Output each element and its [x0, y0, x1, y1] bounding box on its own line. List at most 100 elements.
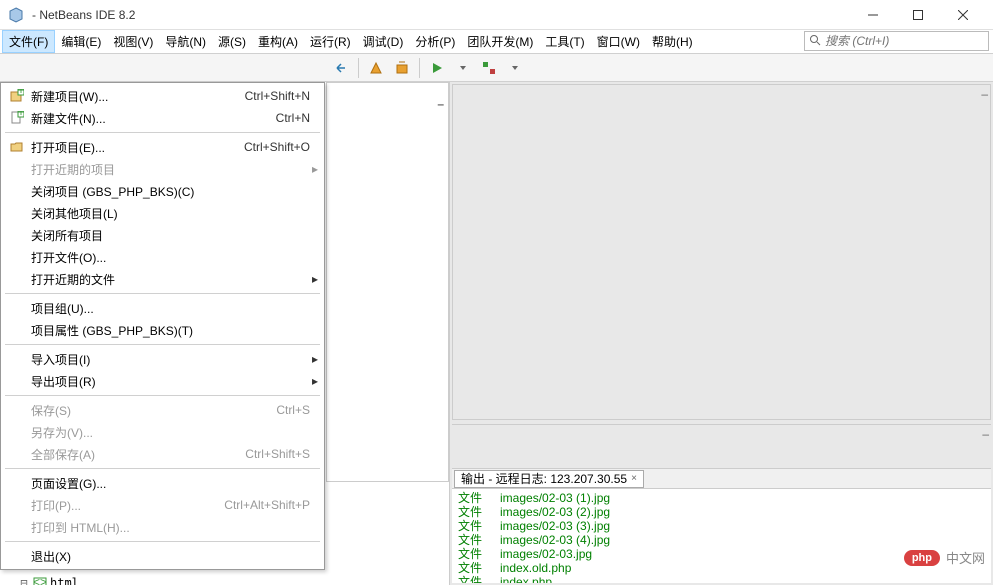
new-project-icon: +: [7, 89, 27, 103]
menu-profile[interactable]: 分析(P): [409, 30, 461, 53]
watermark-text: 中文网: [946, 548, 985, 567]
file-menu-dropdown: +新建项目(W)...Ctrl+Shift+N+新建文件(N)...Ctrl+N…: [0, 82, 325, 570]
search-icon: [809, 34, 821, 49]
output-line: 文件index.php: [458, 575, 985, 583]
submenu-arrow-icon: ▸: [312, 162, 318, 176]
file-menu-item[interactable]: 打印(P)...Ctrl+Alt+Shift+P: [3, 494, 322, 516]
minimize-button[interactable]: [850, 1, 895, 29]
svg-text:+: +: [17, 111, 24, 119]
toolbar: [0, 54, 993, 82]
menu-source[interactable]: 源(S): [212, 30, 252, 53]
build-button[interactable]: [365, 57, 387, 79]
file-menu-item[interactable]: 页面设置(G)...: [3, 472, 322, 494]
file-menu-item[interactable]: 关闭项目 (GBS_PHP_BKS)(C): [3, 180, 322, 202]
menu-item-label: 导入项目(I): [27, 351, 312, 368]
left-panel: +新建项目(W)...Ctrl+Shift+N+新建文件(N)...Ctrl+N…: [0, 82, 450, 585]
close-icon[interactable]: ×: [631, 473, 637, 484]
search-box[interactable]: [804, 31, 989, 51]
file-menu-item[interactable]: 项目属性 (GBS_PHP_BKS)(T): [3, 319, 322, 341]
menu-item-label: 关闭项目 (GBS_PHP_BKS)(C): [27, 183, 318, 200]
watermark: php 中文网: [904, 548, 985, 567]
file-menu-item[interactable]: 打开近期的文件▸: [3, 268, 322, 290]
menu-separator: [5, 132, 320, 133]
menu-tools[interactable]: 工具(T): [539, 30, 590, 53]
tree-row[interactable]: ⊟<>html: [4, 574, 445, 585]
menu-item-label: 关闭其他项目(L): [27, 205, 318, 222]
menu-item-label: 导出项目(R): [27, 373, 312, 390]
svg-text:+: +: [17, 89, 24, 97]
menu-refactor[interactable]: 重构(A): [252, 30, 304, 53]
clean-build-button[interactable]: [391, 57, 413, 79]
maximize-button[interactable]: [895, 1, 940, 29]
file-menu-item[interactable]: 保存(S)Ctrl+S: [3, 399, 322, 421]
submenu-arrow-icon: ▸: [312, 272, 318, 286]
panel-minimize-icon[interactable]: –: [437, 97, 444, 111]
menu-window[interactable]: 窗口(W): [591, 30, 646, 53]
menu-item-label: 项目属性 (GBS_PHP_BKS)(T): [27, 322, 318, 339]
menu-separator: [5, 541, 320, 542]
file-menu-item[interactable]: 打开文件(O)...: [3, 246, 322, 268]
menu-item-label: 新建项目(W)...: [27, 88, 245, 105]
menu-item-label: 新建文件(N)...: [27, 110, 276, 127]
menu-item-shortcut: Ctrl+Shift+S: [245, 447, 318, 461]
output-line: 文件images/02-03 (4).jpg: [458, 533, 985, 547]
menu-navigate[interactable]: 导航(N): [159, 30, 212, 53]
editor-area: –: [452, 84, 991, 420]
file-menu-item[interactable]: 打印到 HTML(H)...: [3, 516, 322, 538]
menu-item-label: 保存(S): [27, 402, 276, 419]
debug-dropdown[interactable]: [504, 57, 526, 79]
close-button[interactable]: [940, 1, 985, 29]
search-input[interactable]: [825, 34, 988, 48]
menu-team[interactable]: 团队开发(M): [461, 30, 539, 53]
file-menu-item[interactable]: 导出项目(R)▸: [3, 370, 322, 392]
menu-run[interactable]: 运行(R): [304, 30, 357, 53]
menu-separator: [5, 468, 320, 469]
menu-help[interactable]: 帮助(H): [646, 30, 699, 53]
menubar: 文件(F) 编辑(E) 视图(V) 导航(N) 源(S) 重构(A) 运行(R)…: [0, 30, 993, 54]
file-menu-item[interactable]: +新建项目(W)...Ctrl+Shift+N: [3, 85, 322, 107]
file-menu-item[interactable]: 打开近期的项目▸: [3, 158, 322, 180]
menu-item-shortcut: Ctrl+Shift+O: [244, 140, 318, 154]
menu-edit[interactable]: 编辑(E): [55, 30, 107, 53]
file-menu-item[interactable]: 退出(X): [3, 545, 322, 567]
new-file-icon: +: [7, 111, 27, 125]
watermark-badge: php: [904, 550, 940, 566]
menu-debug[interactable]: 调试(D): [357, 30, 410, 53]
file-menu-item[interactable]: 导入项目(I)▸: [3, 348, 322, 370]
tree-toggle-icon[interactable]: ⊟: [18, 576, 30, 585]
output-tabs: 输出 - 远程日志: 123.207.30.55 ×: [452, 469, 991, 489]
menu-item-label: 打开近期的文件: [27, 271, 312, 288]
file-menu-item[interactable]: 项目组(U)...: [3, 297, 322, 319]
tag-icon: <>: [32, 576, 48, 585]
debug-button[interactable]: [478, 57, 500, 79]
menu-view[interactable]: 视图(V): [107, 30, 159, 53]
menu-item-shortcut: Ctrl+Alt+Shift+P: [224, 498, 318, 512]
panel-minimize-icon[interactable]: –: [982, 427, 989, 441]
menu-item-label: 打开项目(E)...: [27, 139, 244, 156]
run-button[interactable]: [426, 57, 448, 79]
main-area: +新建项目(W)...Ctrl+Shift+N+新建文件(N)...Ctrl+N…: [0, 82, 993, 585]
run-dropdown[interactable]: [452, 57, 474, 79]
file-menu-item[interactable]: 打开项目(E)...Ctrl+Shift+O: [3, 136, 322, 158]
output-line: 文件images/02-03 (2).jpg: [458, 505, 985, 519]
open-project-icon: [7, 140, 27, 154]
output-line: 文件images/02-03 (1).jpg: [458, 491, 985, 505]
file-menu-item[interactable]: 另存为(V)...: [3, 421, 322, 443]
navigator-panel: –: [326, 82, 449, 482]
svg-text:<>: <>: [33, 577, 47, 585]
undo-button[interactable]: [330, 57, 352, 79]
menu-item-label: 项目组(U)...: [27, 300, 318, 317]
menu-file[interactable]: 文件(F): [2, 30, 55, 53]
submenu-arrow-icon: ▸: [312, 374, 318, 388]
file-menu-item[interactable]: 关闭所有项目: [3, 224, 322, 246]
output-tab[interactable]: 输出 - 远程日志: 123.207.30.55 ×: [454, 470, 644, 488]
file-menu-item[interactable]: 全部保存(A)Ctrl+Shift+S: [3, 443, 322, 465]
right-panel: – – 输出 - 远程日志: 123.207.30.55 × 文件images/…: [450, 82, 993, 585]
file-menu-item[interactable]: +新建文件(N)...Ctrl+N: [3, 107, 322, 129]
panel-minimize-icon[interactable]: –: [981, 87, 988, 101]
file-menu-item[interactable]: 关闭其他项目(L): [3, 202, 322, 224]
menu-separator: [5, 293, 320, 294]
toolbar-separator: [358, 58, 359, 78]
menu-separator: [5, 395, 320, 396]
toolbar-separator: [419, 58, 420, 78]
